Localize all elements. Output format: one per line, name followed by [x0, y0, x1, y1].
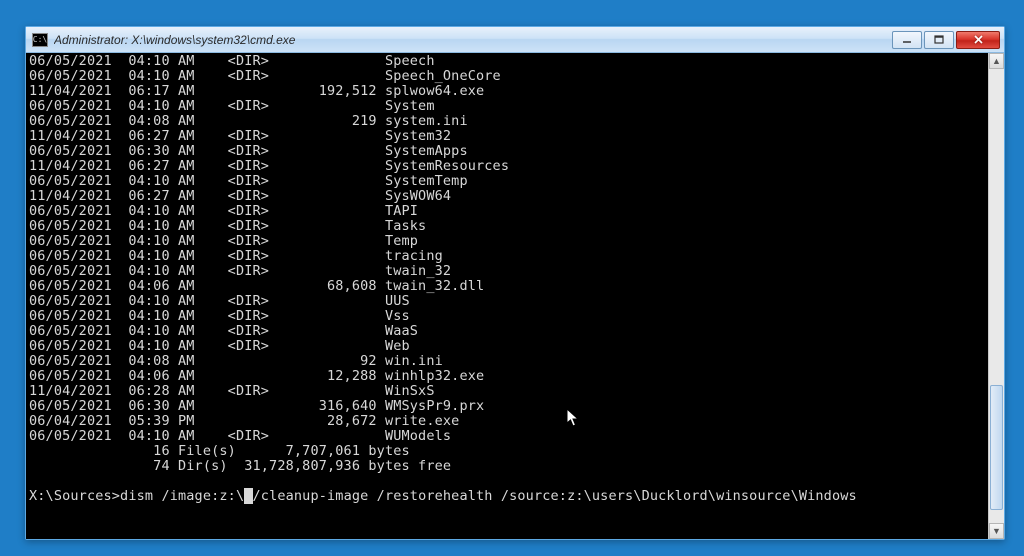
titlebar[interactable]: C:\ Administrator: X:\windows\system32\c…	[26, 27, 1004, 53]
listing-row: 06/05/2021 04:10 AM <DIR> WaaS	[29, 324, 988, 339]
listing-row: 06/05/2021 04:10 AM <DIR> TAPI	[29, 204, 988, 219]
listing-row: 06/05/2021 04:10 AM <DIR> SystemTemp	[29, 174, 988, 189]
listing-row: 06/05/2021 06:30 AM <DIR> SystemApps	[29, 144, 988, 159]
terminal-output[interactable]: 06/05/2021 04:10 AM <DIR> Speech06/05/20…	[26, 53, 988, 539]
scroll-up-button[interactable]: ▲	[989, 53, 1004, 69]
listing-row: 06/05/2021 04:10 AM <DIR> Vss	[29, 309, 988, 324]
listing-row: 06/05/2021 04:08 AM 92 win.ini	[29, 354, 988, 369]
close-button[interactable]	[956, 31, 1000, 49]
scroll-thumb[interactable]	[990, 385, 1003, 510]
window-title: Administrator: X:\windows\system32\cmd.e…	[54, 33, 890, 47]
listing-row: 06/05/2021 04:06 AM 68,608 twain_32.dll	[29, 279, 988, 294]
blank-line	[29, 474, 988, 489]
listing-row: 11/04/2021 06:27 AM <DIR> SystemResource…	[29, 159, 988, 174]
minimize-button[interactable]	[892, 31, 922, 49]
listing-row: 06/05/2021 04:06 AM 12,288 winhlp32.exe	[29, 369, 988, 384]
listing-row: 06/05/2021 04:10 AM <DIR> twain_32	[29, 264, 988, 279]
client-area: 06/05/2021 04:10 AM <DIR> Speech06/05/20…	[26, 53, 1004, 539]
vertical-scrollbar[interactable]: ▲ ▼	[988, 53, 1004, 539]
listing-row: 06/05/2021 04:10 AM <DIR> UUS	[29, 294, 988, 309]
listing-row: 06/05/2021 04:10 AM <DIR> Speech_OneCore	[29, 69, 988, 84]
prompt-line[interactable]: X:\Sources>dism /image:z:\ /cleanup-imag…	[29, 489, 988, 504]
summary-dirs: 74 Dir(s) 31,728,807,936 bytes free	[29, 459, 988, 474]
listing-row: 06/05/2021 04:10 AM <DIR> Tasks	[29, 219, 988, 234]
cmd-icon: C:\	[32, 33, 48, 47]
summary-files: 16 File(s) 7,707,061 bytes	[29, 444, 988, 459]
listing-row: 06/05/2021 06:30 AM 316,640 WMSysPr9.prx	[29, 399, 988, 414]
listing-row: 06/05/2021 04:10 AM <DIR> tracing	[29, 249, 988, 264]
listing-row: 11/04/2021 06:17 AM 192,512 splwow64.exe	[29, 84, 988, 99]
listing-row: 06/05/2021 04:10 AM <DIR> Web	[29, 339, 988, 354]
cmd-window: C:\ Administrator: X:\windows\system32\c…	[25, 26, 1005, 540]
listing-row: 06/04/2021 05:39 PM 28,672 write.exe	[29, 414, 988, 429]
listing-row: 11/04/2021 06:28 AM <DIR> WinSxS	[29, 384, 988, 399]
scroll-down-button[interactable]: ▼	[989, 523, 1004, 539]
listing-row: 06/05/2021 04:10 AM <DIR> System	[29, 99, 988, 114]
listing-row: 11/04/2021 06:27 AM <DIR> SysWOW64	[29, 189, 988, 204]
maximize-button[interactable]	[924, 31, 954, 49]
listing-row: 06/05/2021 04:10 AM <DIR> WUModels	[29, 429, 988, 444]
text-cursor	[244, 488, 252, 504]
listing-row: 06/05/2021 04:10 AM <DIR> Temp	[29, 234, 988, 249]
listing-row: 06/05/2021 04:10 AM <DIR> Speech	[29, 54, 988, 69]
listing-row: 06/05/2021 04:08 AM 219 system.ini	[29, 114, 988, 129]
listing-row: 11/04/2021 06:27 AM <DIR> System32	[29, 129, 988, 144]
